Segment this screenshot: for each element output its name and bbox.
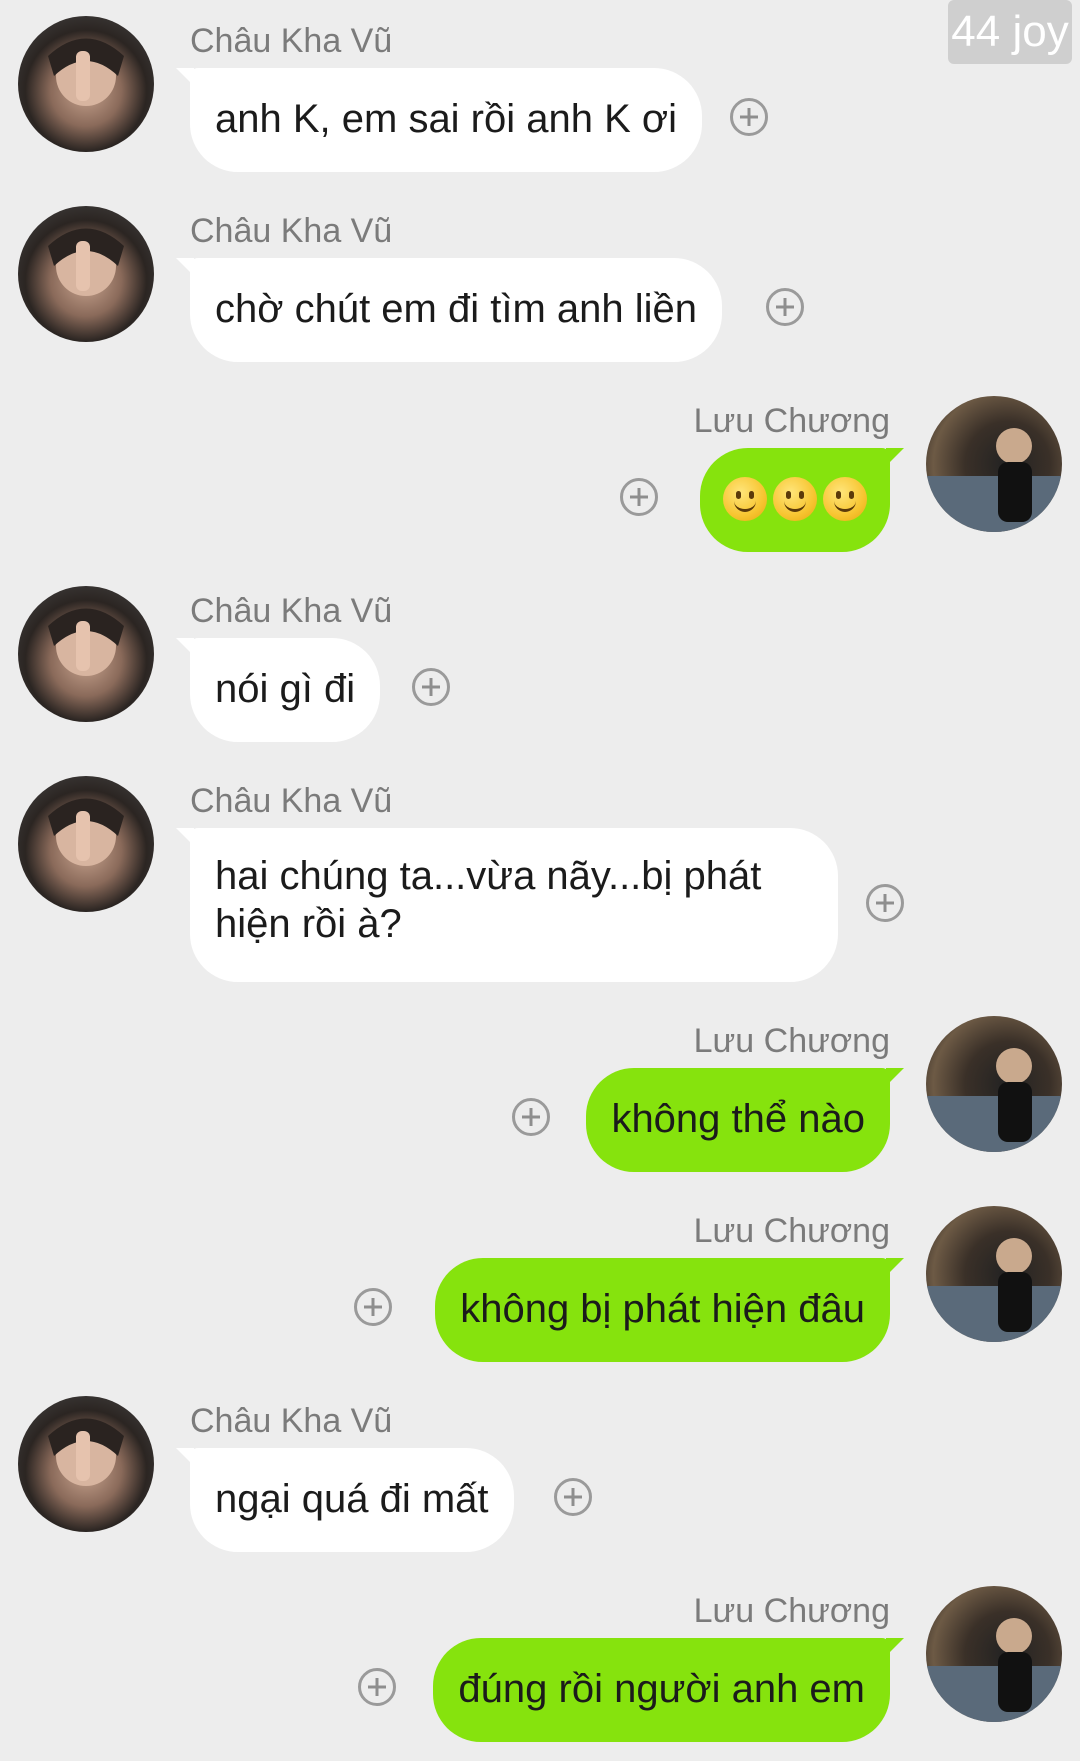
message-row: Châu Kha Vũ chờ chút em đi tìm anh liền bbox=[0, 206, 1080, 362]
message-row: Lưu Chương đúng rồi người anh em bbox=[0, 1586, 1080, 1742]
avatar[interactable] bbox=[926, 1016, 1062, 1152]
slightly-smiling-face-icon bbox=[723, 477, 767, 522]
message-bubble[interactable]: chờ chút em đi tìm anh liền bbox=[175, 258, 723, 362]
message-bubble[interactable]: hai chúng ta...vừa nãy...bị phát hiện rồ… bbox=[176, 828, 838, 982]
avatar[interactable] bbox=[18, 586, 154, 722]
sender-name: Châu Kha Vũ bbox=[190, 592, 393, 630]
slightly-smiling-face-icon bbox=[823, 477, 867, 522]
add-reaction-icon[interactable] bbox=[354, 1288, 392, 1326]
sender-name: Châu Kha Vũ bbox=[190, 1402, 393, 1440]
avatar[interactable] bbox=[926, 1206, 1062, 1342]
message-bubble[interactable]: không thể nào bbox=[586, 1068, 904, 1172]
add-reaction-icon[interactable] bbox=[512, 1098, 550, 1136]
add-reaction-icon[interactable] bbox=[358, 1668, 396, 1706]
add-reaction-icon[interactable] bbox=[554, 1478, 592, 1516]
message-row: Châu Kha Vũ anh K, em sai rồi anh K ơi bbox=[0, 16, 1080, 172]
sender-name: Châu Kha Vũ bbox=[190, 22, 393, 60]
message-bubble[interactable]: không bị phát hiện đâu bbox=[435, 1258, 904, 1362]
message-row: Lưu Chương không thể nào bbox=[0, 1016, 1080, 1172]
message-bubble[interactable] bbox=[700, 448, 904, 552]
avatar[interactable] bbox=[926, 396, 1062, 532]
add-reaction-icon[interactable] bbox=[866, 884, 904, 922]
sender-name: Lưu Chương bbox=[693, 1022, 890, 1060]
message-row: Lưu Chương bbox=[0, 396, 1080, 552]
message-row: Châu Kha Vũ ngại quá đi mất bbox=[0, 1396, 1080, 1552]
message-bubble[interactable]: đúng rồi người anh em bbox=[433, 1638, 904, 1742]
add-reaction-icon[interactable] bbox=[412, 668, 450, 706]
message-row: Châu Kha Vũ hai chúng ta...vừa nãy...bị … bbox=[0, 776, 1080, 982]
avatar[interactable] bbox=[18, 206, 154, 342]
add-reaction-icon[interactable] bbox=[766, 288, 804, 326]
message-row: Châu Kha Vũ nói gì đi bbox=[0, 586, 1080, 742]
slightly-smiling-face-icon bbox=[773, 477, 817, 522]
sender-name: Lưu Chương bbox=[693, 1592, 890, 1630]
add-reaction-icon[interactable] bbox=[730, 98, 768, 136]
message-row: Lưu Chương không bị phát hiện đâu bbox=[0, 1206, 1080, 1362]
sender-name: Lưu Chương bbox=[693, 402, 890, 440]
avatar[interactable] bbox=[926, 1586, 1062, 1722]
add-reaction-icon[interactable] bbox=[620, 478, 658, 516]
avatar[interactable] bbox=[18, 16, 154, 152]
sender-name: Châu Kha Vũ bbox=[190, 212, 393, 250]
avatar[interactable] bbox=[18, 1396, 154, 1532]
avatar[interactable] bbox=[18, 776, 154, 912]
sender-name: Châu Kha Vũ bbox=[190, 782, 393, 820]
message-bubble[interactable]: anh K, em sai rồi anh K ơi bbox=[175, 68, 703, 172]
message-bubble[interactable]: ngại quá đi mất bbox=[176, 1448, 514, 1552]
sender-name: Lưu Chương bbox=[693, 1212, 890, 1250]
message-bubble[interactable]: nói gì đi bbox=[175, 638, 381, 742]
